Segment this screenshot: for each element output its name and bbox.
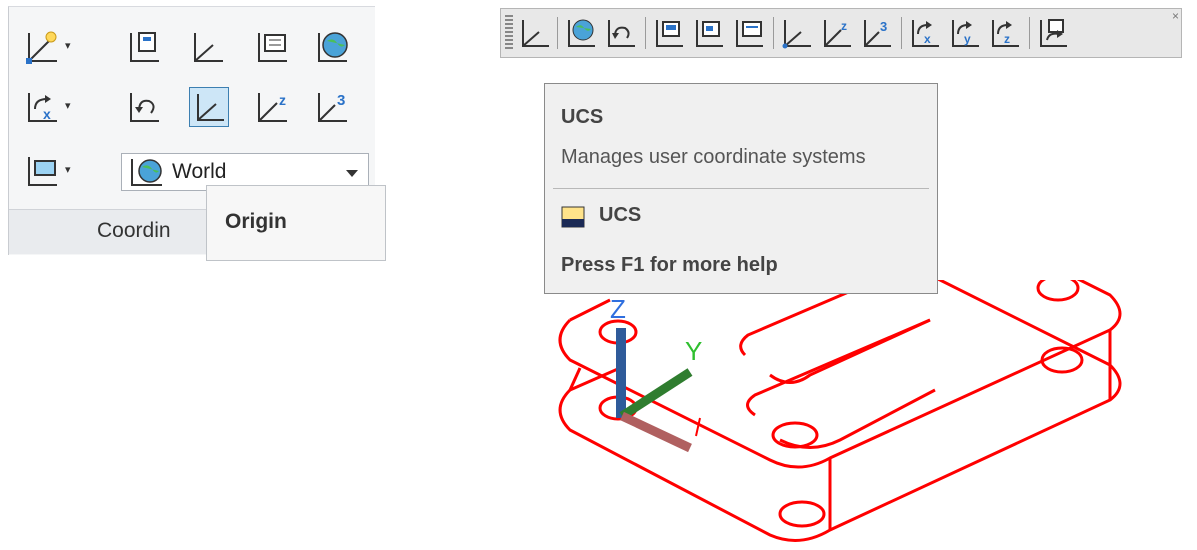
ucs-view-icon <box>736 20 763 47</box>
ucs-x-icon: x <box>912 20 939 47</box>
tooltip-description: Manages user coordinate systems <box>561 146 866 168</box>
ucs-z-axis-button[interactable]: z <box>253 87 293 127</box>
ucs-z-axis-icon: z <box>258 92 287 122</box>
toolbar-z-axis-button[interactable]: z <box>819 14 855 52</box>
ucs-named-icon <box>26 31 57 64</box>
tooltip-title: UCS <box>561 106 604 128</box>
ucs-face-icon <box>28 157 57 186</box>
ucs-named-dropdown[interactable]: ▾ <box>65 39 71 52</box>
ucs-3point-button[interactable]: 3 <box>313 87 353 127</box>
z-axis-label: Z <box>610 294 626 324</box>
toolbar-previous-button[interactable] <box>603 14 639 52</box>
toolbar-apply-button[interactable] <box>1035 14 1071 52</box>
svg-text:3: 3 <box>337 92 345 109</box>
panel-title: Coordin <box>97 219 171 242</box>
ucs-object-icon <box>258 33 287 62</box>
toolbar-object-button[interactable] <box>691 14 727 52</box>
ucs-z-axis-icon: z <box>824 19 851 47</box>
drawing-canvas: Z Y <box>558 280 1122 542</box>
toolbar-3point-button[interactable]: 3 <box>859 14 895 52</box>
ucs-globe-icon <box>318 32 348 62</box>
chevron-down-icon <box>346 170 358 177</box>
ucs-toolbar: z 3 x y z × <box>500 8 1182 58</box>
toolbar-face-button[interactable] <box>651 14 687 52</box>
tooltip-help: Press F1 for more help <box>561 254 778 276</box>
toolbar-x-button[interactable]: x <box>907 14 943 52</box>
ucs-previous-button[interactable] <box>125 87 165 127</box>
model-wireframe <box>558 280 1122 542</box>
toolbar-separator <box>645 17 646 49</box>
coordinates-panel: ▾ x ▾ z 3 ▾ World Coordin Origin <box>8 6 386 261</box>
ucs-world-icon <box>194 33 223 62</box>
command-icon <box>561 206 585 228</box>
svg-text:z: z <box>1004 32 1010 46</box>
ucs-y-icon: y <box>952 20 979 47</box>
ucs-view-button[interactable] <box>125 27 165 67</box>
toolbar-separator <box>1029 17 1030 49</box>
close-icon[interactable]: × <box>1172 9 1179 23</box>
origin-tooltip: Origin <box>206 185 386 261</box>
tooltip-divider <box>553 188 929 189</box>
ucs-face-button[interactable] <box>23 151 63 191</box>
ucs-face-icon <box>656 20 683 47</box>
ucs-rotate-x-button[interactable]: x <box>23 87 63 127</box>
ucs-icon <box>522 20 549 47</box>
toolbar-view-button[interactable] <box>731 14 767 52</box>
ucs-previous-icon <box>608 20 635 47</box>
ucs-rotate-x-icon: x <box>28 93 57 122</box>
ucs-rotate-dropdown[interactable]: ▾ <box>65 99 71 112</box>
svg-text:y: y <box>964 32 971 46</box>
ucs-3point-icon: 3 <box>318 92 347 122</box>
toolbar-grip[interactable] <box>505 15 513 51</box>
ucs-world-icon <box>568 19 595 47</box>
svg-text:x: x <box>43 106 51 122</box>
toolbar-separator <box>901 17 902 49</box>
ucs-origin-button[interactable] <box>189 87 229 127</box>
ucs-globe-button[interactable] <box>313 27 353 67</box>
svg-text:z: z <box>279 92 286 108</box>
toolbar-y-button[interactable]: y <box>947 14 983 52</box>
ucs-object-icon <box>696 20 723 47</box>
ucs-3point-icon: 3 <box>864 19 891 47</box>
ucs-named-button[interactable] <box>23 27 63 67</box>
svg-text:z: z <box>841 19 847 33</box>
apply-icon <box>1040 19 1067 47</box>
svg-text:x: x <box>924 32 931 46</box>
ucs-z-icon: z <box>992 20 1019 47</box>
coordinate-system-value: World <box>172 160 227 183</box>
toolbar-origin-button[interactable] <box>779 14 815 52</box>
toolbar-separator <box>773 17 774 49</box>
ucs-tooltip: UCS Manages user coordinate systems UCS … <box>544 83 938 294</box>
ucs-origin-icon <box>197 94 224 121</box>
toolbar-separator <box>557 17 558 49</box>
y-axis-label: Y <box>685 336 702 366</box>
ucs-origin-icon <box>782 20 811 49</box>
toolbar-world-button[interactable] <box>563 14 599 52</box>
ucs-view-icon <box>130 32 159 62</box>
toolbar-z-button[interactable]: z <box>987 14 1023 52</box>
ucs-object-button[interactable] <box>253 27 293 67</box>
ucs-world-button[interactable] <box>189 27 229 67</box>
ucs-face-dropdown[interactable]: ▾ <box>65 163 71 176</box>
svg-text:3: 3 <box>880 19 887 34</box>
ucs-previous-icon <box>130 93 159 122</box>
world-globe-icon <box>131 159 162 186</box>
toolbar-ucs-button[interactable] <box>517 14 553 52</box>
origin-tooltip-text: Origin <box>225 210 287 233</box>
tooltip-command: UCS <box>599 204 642 226</box>
